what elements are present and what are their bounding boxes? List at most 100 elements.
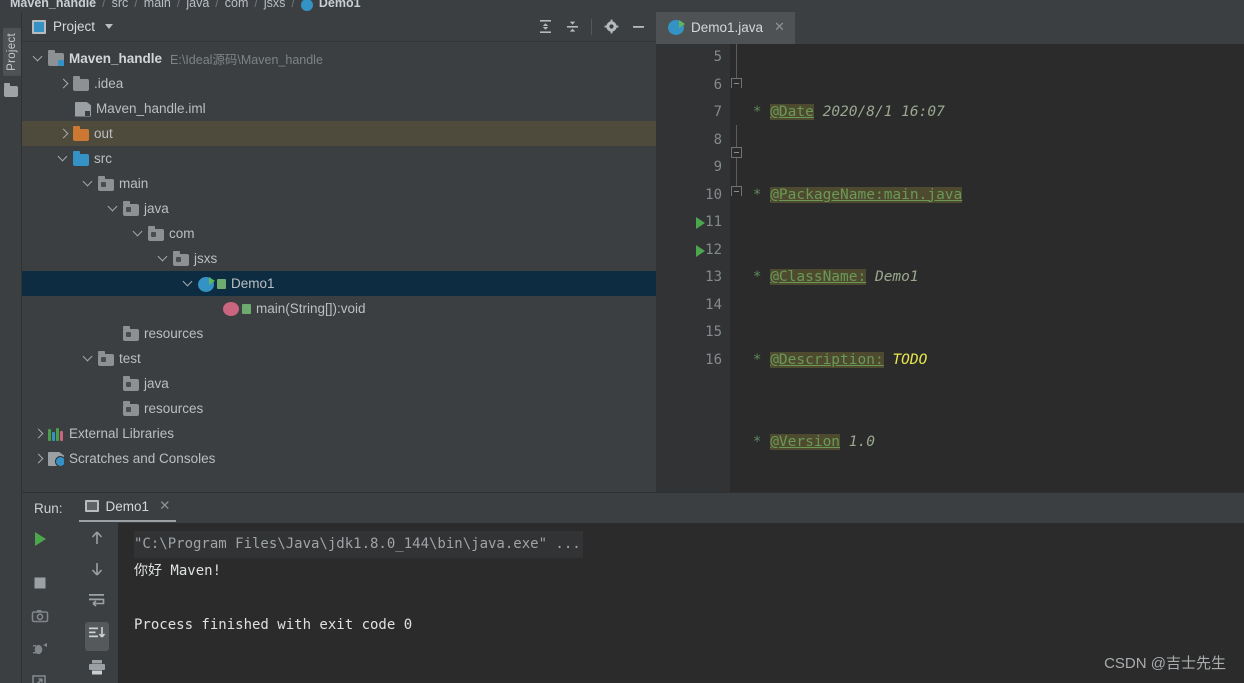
run-icon[interactable]: [30, 529, 50, 554]
tree-node-external-libraries[interactable]: External Libraries: [22, 421, 656, 446]
run-gutter-icon[interactable]: [696, 244, 705, 257]
breadcrumb-item-main[interactable]: main: [144, 0, 171, 10]
project-title-group[interactable]: Project: [32, 19, 114, 34]
module-folder-icon: [148, 225, 164, 241]
module-folder-icon: [123, 325, 139, 341]
breadcrumb-item-java[interactable]: java: [186, 0, 209, 10]
chevron-down-icon[interactable]: [82, 177, 95, 190]
rerun-icon[interactable]: [31, 673, 49, 683]
chevron-down-icon[interactable]: [182, 277, 195, 290]
project-tree[interactable]: Maven_handle E:\Ideal源码\Maven_handle .idea…: [22, 42, 656, 471]
code-line-7: * @ClassName: Demo1: [744, 269, 919, 285]
camera-icon[interactable]: [31, 607, 49, 630]
print-icon[interactable]: [87, 659, 107, 680]
editor-body[interactable]: 5 6 7 8 9 10 11 12 13 14 15 16 * @Date 2020/8/1 16:…: [656, 44, 1244, 492]
chevron-down-icon[interactable]: [57, 152, 70, 165]
tree-node-jsxs[interactable]: jsxs: [22, 246, 656, 271]
editor-tab-demo1[interactable]: Demo1.java ✕: [656, 12, 795, 44]
collapse-all-icon[interactable]: [560, 16, 584, 38]
structure-folder-icon[interactable]: [4, 83, 18, 97]
chevron-right-icon[interactable]: [32, 427, 45, 440]
tree-node-main[interactable]: main: [22, 171, 656, 196]
gear-icon[interactable]: [599, 16, 623, 38]
minimize-icon[interactable]: [626, 16, 650, 38]
gutter-line-11[interactable]: 11: [656, 209, 730, 237]
run-gutter-icon[interactable]: [696, 217, 705, 229]
fold-start-icon: [731, 147, 742, 158]
chevron-down-icon[interactable]: [132, 227, 145, 240]
editor-code[interactable]: * @Date 2020/8/1 16:07 * @PackageName:ma…: [744, 44, 1244, 492]
gutter-line-14[interactable]: 14: [656, 292, 730, 320]
chevron-right-icon[interactable]: [57, 127, 70, 140]
tree-node-maven-handle-iml[interactable]: Maven_handle.iml: [22, 96, 656, 121]
tree-node-test[interactable]: test: [22, 346, 656, 371]
soft-wrap-icon[interactable]: [87, 591, 107, 614]
tree-node-maven-handle[interactable]: Maven_handle E:\Ideal源码\Maven_handle: [22, 46, 656, 71]
scroll-to-end-icon[interactable]: [85, 622, 109, 651]
breadcrumb-separator: /: [215, 0, 219, 10]
tree-node-out[interactable]: out: [22, 121, 656, 146]
gutter-line-12[interactable]: 12: [656, 237, 730, 265]
breadcrumb-item-demo1[interactable]: Demo1: [319, 0, 361, 10]
run-panel-header: Run: Demo1 ✕: [22, 493, 1244, 523]
gutter-line-5[interactable]: 5: [656, 44, 730, 72]
scratches-icon: [48, 452, 64, 466]
stop-icon[interactable]: [31, 574, 49, 597]
tree-node-label: out: [94, 126, 113, 141]
console-actions-toolbar: [78, 523, 116, 683]
tree-node-label: main(String[]):void: [256, 301, 366, 316]
editor-gutter[interactable]: 5 6 7 8 9 10 11 12 13 14 15 16: [656, 44, 730, 492]
tree-node-java[interactable]: java: [22, 371, 656, 396]
gutter-line-8[interactable]: 8: [656, 127, 730, 155]
breadcrumb-item-jsxs[interactable]: jsxs: [264, 0, 286, 10]
left-tool-strip: Project: [0, 12, 22, 683]
gutter-line-6[interactable]: 6: [656, 72, 730, 100]
chevron-down-icon[interactable]: [82, 352, 95, 365]
breadcrumb-item-maven_handle[interactable]: Maven_handle: [10, 0, 96, 10]
iml-file-icon: [75, 101, 91, 117]
scroll-up-icon[interactable]: [88, 529, 106, 552]
gutter-line-10[interactable]: 10: [656, 182, 730, 210]
scroll-down-icon[interactable]: [88, 560, 106, 583]
code-line-6: * @PackageName:main.java: [744, 186, 963, 203]
module-folder-icon: [98, 175, 114, 191]
close-icon[interactable]: ✕: [774, 19, 785, 35]
chevron-down-icon[interactable]: [32, 52, 45, 65]
run-panel-body: "C:\Program Files\Java\jdk1.8.0_144\bin\…: [22, 523, 1244, 683]
tree-node-src[interactable]: src: [22, 146, 656, 171]
tree-node-label: .idea: [94, 76, 124, 91]
gutter-line-16[interactable]: 16: [656, 347, 730, 375]
tree-node-java[interactable]: java: [22, 196, 656, 221]
gutter-line-13[interactable]: 13: [656, 264, 730, 292]
tree-node-com[interactable]: com: [22, 221, 656, 246]
tree-node--idea[interactable]: .idea: [22, 71, 656, 96]
console-output[interactable]: "C:\Program Files\Java\jdk1.8.0_144\bin\…: [118, 523, 1244, 683]
breadcrumb-item-src[interactable]: src: [112, 0, 129, 10]
editor-fold-bar[interactable]: [730, 44, 744, 492]
tool-window-button-project[interactable]: Project: [3, 28, 21, 76]
run-tab-demo1[interactable]: Demo1 ✕: [78, 494, 177, 522]
close-icon[interactable]: ✕: [159, 498, 170, 514]
chevron-right-icon[interactable]: [32, 452, 45, 465]
debug-icon[interactable]: [31, 640, 49, 663]
console-program-output: 你好 Maven!: [134, 563, 222, 579]
tree-node-label: External Libraries: [69, 426, 175, 441]
chevron-right-icon[interactable]: [57, 77, 70, 90]
tree-node-scratches-and-consoles[interactable]: Scratches and Consoles: [22, 446, 656, 471]
breadcrumb-item-com[interactable]: com: [225, 0, 249, 10]
tree-node-demo1[interactable]: Demo1: [22, 271, 656, 296]
gutter-line-7[interactable]: 7: [656, 99, 730, 127]
gutter-line-9[interactable]: 9: [656, 154, 730, 182]
gutter-line-15[interactable]: 15: [656, 319, 730, 347]
run-config-icon: [84, 500, 99, 512]
chevron-down-icon[interactable]: [107, 202, 120, 215]
code-line-9: * @Version 1.0: [744, 434, 875, 450]
chevron-down-icon[interactable]: [105, 24, 114, 29]
tree-node-main-string-void[interactable]: main(String[]):void: [22, 296, 656, 321]
tree-node-resources[interactable]: resources: [22, 396, 656, 421]
expand-all-icon[interactable]: [533, 16, 557, 38]
chevron-down-icon[interactable]: [157, 252, 170, 265]
fold-end-icon: [731, 78, 742, 88]
tree-node-resources[interactable]: resources: [22, 321, 656, 346]
